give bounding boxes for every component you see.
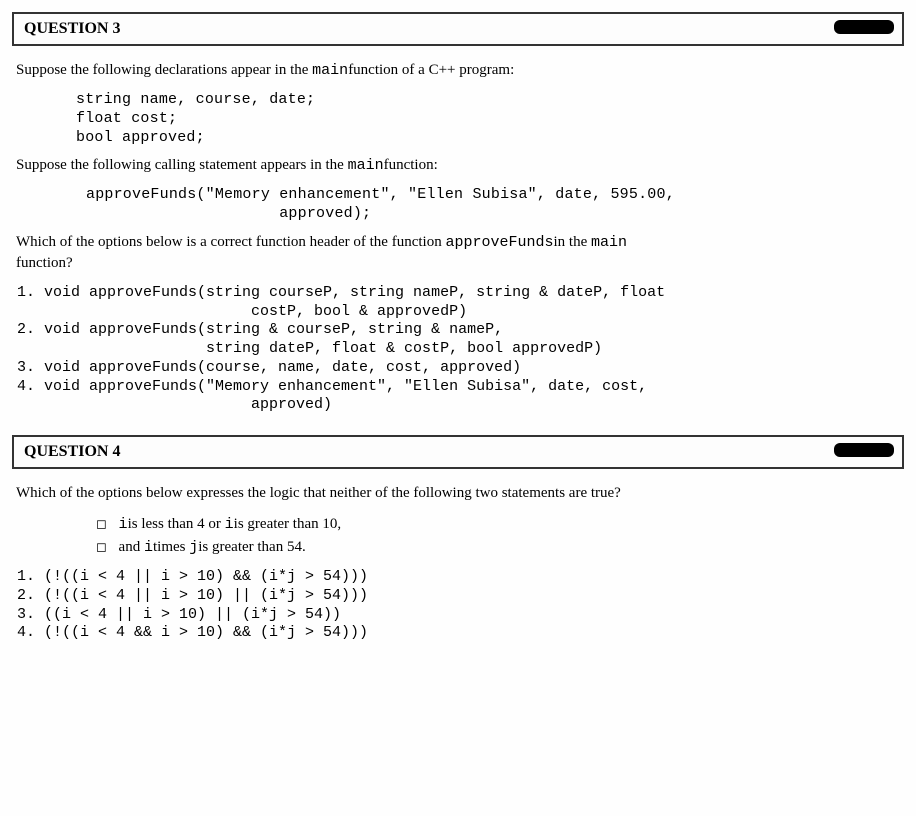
text: is greater than 10, — [234, 516, 341, 532]
q3-option-2: void approveFunds(string & courseP, stri… — [44, 321, 900, 359]
q4-statement-1: iis less than 4 or iis greater than 10, — [96, 514, 900, 535]
code-inline: j — [189, 539, 198, 556]
text: function: — [384, 157, 438, 173]
text: is greater than 54. — [198, 539, 305, 555]
text: in the — [553, 234, 591, 250]
question-3-body: Suppose the following declarations appea… — [16, 60, 900, 415]
text: Suppose the following declarations appea… — [16, 62, 312, 78]
q3-options: void approveFunds(string courseP, string… — [44, 284, 900, 415]
question-4-header: QUESTION 4 — [12, 435, 904, 469]
q3-option-3: void approveFunds(course, name, date, co… — [44, 359, 900, 378]
text: Suppose the following calling statement … — [16, 157, 348, 173]
q4-statements: iis less than 4 or iis greater than 10, … — [96, 514, 900, 558]
question-4-body: Which of the options below expresses the… — [16, 483, 900, 643]
question-3-title: QUESTION 3 — [24, 20, 120, 37]
q3-option-4: void approveFunds("Memory enhancement", … — [44, 378, 900, 416]
text: is less than 4 or — [128, 516, 225, 532]
q4-question: Which of the options below expresses the… — [16, 483, 900, 504]
q3-option-1: void approveFunds(string courseP, string… — [44, 284, 900, 322]
code-inline: main — [312, 62, 348, 79]
q4-option-2: (!((i < 4 || i > 10) || (i*j > 54))) — [44, 587, 900, 606]
q4-statement-2: and itimes jis greater than 54. — [96, 537, 900, 558]
code-inline: i — [119, 516, 128, 533]
code-inline: i — [144, 539, 153, 556]
q4-option-4: (!((i < 4 && i > 10) && (i*j > 54))) — [44, 624, 900, 643]
q3-declarations: string name, course, date; float cost; b… — [76, 91, 900, 147]
text: times — [153, 539, 189, 555]
q4-options: (!((i < 4 || i > 10) && (i*j > 54))) (!(… — [44, 568, 900, 643]
code-inline: main — [348, 157, 384, 174]
text: and — [119, 539, 144, 555]
q3-intro-1: Suppose the following declarations appea… — [16, 60, 900, 81]
redacted-mark — [834, 443, 894, 457]
q3-call-statement: approveFunds("Memory enhancement", "Elle… — [86, 186, 900, 224]
redacted-mark — [834, 20, 894, 34]
q3-question: Which of the options below is a correct … — [16, 232, 900, 274]
q4-option-1: (!((i < 4 || i > 10) && (i*j > 54))) — [44, 568, 900, 587]
code-inline: i — [225, 516, 234, 533]
question-3-header: QUESTION 3 — [12, 12, 904, 46]
text: function? — [16, 255, 73, 271]
q4-option-3: ((i < 4 || i > 10) || (i*j > 54)) — [44, 606, 900, 625]
code-inline: main — [591, 234, 627, 251]
text: function of a C++ program: — [348, 62, 514, 78]
text: Which of the options below is a correct … — [16, 234, 445, 250]
question-4-title: QUESTION 4 — [24, 443, 120, 460]
code-inline: approveFunds — [445, 234, 553, 251]
q3-intro-2: Suppose the following calling statement … — [16, 155, 900, 176]
